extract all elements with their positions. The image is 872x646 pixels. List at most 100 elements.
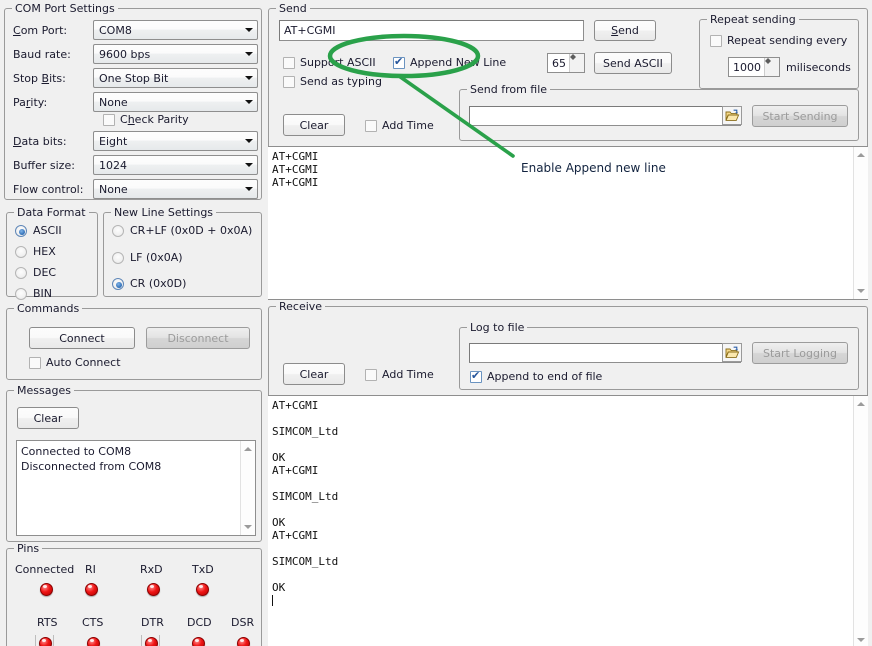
send-title: Send	[276, 2, 310, 15]
checkbox-check-parity-label: Check Parity	[120, 113, 189, 126]
led-txd	[196, 583, 209, 596]
checkbox-support-ascii[interactable]: Support ASCII	[283, 56, 376, 69]
spinner-down-icon[interactable]	[765, 61, 779, 64]
receive-log[interactable]: AT+CGMI SIMCOM_Ltd OK AT+CGMI SIMCOM_Ltd…	[268, 395, 868, 646]
messages-scrollbar[interactable]	[240, 441, 255, 535]
radio-format-hex[interactable]: HEX	[15, 245, 56, 258]
messages-clear-button[interactable]: Clear	[17, 407, 79, 429]
radio-format-hex-label: HEX	[33, 245, 56, 258]
radio-newline-lf-label: LF (0x0A)	[130, 251, 183, 264]
folder-open-icon[interactable]	[722, 343, 742, 362]
radio-format-bin[interactable]: BIN	[15, 287, 52, 300]
led-dtr	[145, 637, 158, 646]
spinner-down-icon[interactable]	[570, 57, 584, 60]
repeat-sending-title: Repeat sending	[707, 13, 799, 26]
chevron-down-icon	[240, 139, 257, 143]
radio-newline-crlf[interactable]: CR+LF (0x0D + 0x0A)	[112, 224, 252, 237]
radio-format-bin-dot	[15, 288, 27, 300]
radio-format-dec-label: DEC	[33, 266, 56, 279]
messages-log[interactable]: Connected to COM8 Disconnected from COM8	[16, 440, 256, 536]
radio-newline-lf[interactable]: LF (0x0A)	[112, 251, 183, 264]
send-button[interactable]: Send	[594, 20, 656, 41]
radio-newline-crlf-dot	[112, 225, 124, 237]
com-port-settings-group: COM Port Settings Com Port: COM8 Baud ra…	[4, 8, 262, 200]
send-ascii-button[interactable]: Send ASCII	[594, 52, 672, 74]
messages-clear-label: Clear	[34, 412, 63, 425]
combo-stop-bits-value: One Stop Bit	[94, 72, 240, 85]
pin-label-dsr: DSR	[231, 616, 254, 629]
receive-log-text: AT+CGMI SIMCOM_Ltd OK AT+CGMI SIMCOM_Ltd…	[268, 396, 853, 646]
pin-label-connected: Connected	[15, 563, 74, 576]
checkbox-check-parity[interactable]: Check Parity	[103, 113, 189, 126]
scroll-up-icon[interactable]	[855, 149, 868, 161]
repeat-interval-spinner-buttons[interactable]	[765, 58, 779, 76]
checkbox-repeat-sending-label: Repeat sending every	[727, 34, 847, 47]
start-sending-button[interactable]: Start Sending	[752, 105, 848, 127]
disconnect-button[interactable]: Disconnect	[146, 327, 250, 349]
connect-button[interactable]: Connect	[29, 327, 135, 349]
folder-open-glyph	[725, 346, 740, 359]
checkbox-append-new-line[interactable]: Append New Line	[393, 56, 506, 69]
scroll-down-icon[interactable]	[855, 634, 868, 646]
label-com-port: Com Port:	[13, 24, 67, 37]
combo-com-port[interactable]: COM8	[93, 20, 258, 40]
pin-label-ri: RI	[85, 563, 96, 576]
start-logging-label: Start Logging	[763, 347, 837, 360]
combo-buffer-size[interactable]: 1024	[93, 155, 258, 175]
ascii-code-spinner[interactable]: 65	[547, 53, 585, 73]
checkbox-send-add-time[interactable]: Add Time	[365, 119, 434, 132]
combo-data-bits[interactable]: Eight	[93, 131, 258, 151]
commands-title: Commands	[14, 302, 82, 315]
receive-clear-button[interactable]: Clear	[283, 363, 345, 385]
scroll-up-icon[interactable]	[855, 398, 868, 410]
send-file-path-input[interactable]	[469, 106, 741, 126]
ascii-code-spinner-buttons[interactable]	[570, 54, 584, 72]
checkbox-check-parity-box	[103, 114, 115, 126]
scroll-down-icon[interactable]	[242, 521, 255, 533]
data-format-title: Data Format	[14, 206, 89, 219]
combo-parity-value: None	[94, 96, 240, 109]
repeat-sending-group: Repeat sending Repeat sending every 1000…	[699, 19, 859, 89]
folder-open-glyph	[725, 109, 740, 122]
checkbox-repeat-sending[interactable]: Repeat sending every	[710, 34, 847, 47]
send-log-scrollbar[interactable]	[853, 147, 868, 299]
radio-format-ascii[interactable]: ASCII	[15, 224, 62, 237]
ascii-code-value: 65	[548, 54, 570, 72]
receive-log-lines: AT+CGMI SIMCOM_Ltd OK AT+CGMI SIMCOM_Ltd…	[272, 399, 338, 594]
checkbox-send-as-typing[interactable]: Send as typing	[283, 75, 382, 88]
receive-group: Receive Clear Add Time Log to file	[268, 306, 868, 646]
send-command-input[interactable]: AT+CGMI	[279, 20, 584, 41]
scroll-down-icon[interactable]	[855, 285, 868, 297]
combo-baud-rate[interactable]: 9600 bps	[93, 44, 258, 64]
chevron-down-icon	[240, 187, 257, 191]
checkbox-support-ascii-label: Support ASCII	[300, 56, 376, 69]
log-file-path-input[interactable]	[469, 343, 741, 363]
folder-open-icon[interactable]	[722, 106, 742, 125]
label-data-bits: Data bits:	[13, 135, 67, 148]
messages-log-text: Connected to COM8 Disconnected from COM8	[17, 441, 240, 535]
checkbox-receive-add-time[interactable]: Add Time	[365, 368, 434, 381]
scroll-up-icon[interactable]	[242, 443, 255, 455]
combo-flow-control[interactable]: None	[93, 179, 258, 199]
led-rxd	[147, 583, 160, 596]
radio-format-dec[interactable]: DEC	[15, 266, 56, 279]
connect-button-label: Connect	[59, 332, 104, 345]
radio-format-dec-dot	[15, 267, 27, 279]
repeat-interval-spinner[interactable]: 1000	[728, 57, 780, 77]
combo-parity[interactable]: None	[93, 92, 258, 112]
receive-log-scrollbar[interactable]	[853, 396, 868, 646]
checkbox-append-end-of-file[interactable]: Append to end of file	[470, 370, 602, 383]
combo-com-port-value: COM8	[94, 24, 240, 37]
send-clear-button[interactable]: Clear	[283, 114, 345, 136]
repeat-interval-unit: miliseconds	[786, 61, 851, 74]
start-logging-button[interactable]: Start Logging	[752, 342, 848, 364]
checkbox-auto-connect-box	[29, 357, 41, 369]
checkbox-append-new-line-box	[393, 57, 405, 69]
radio-newline-cr[interactable]: CR (0x0D)	[112, 277, 186, 290]
serial-terminal-window: COM Port Settings Com Port: COM8 Baud ra…	[0, 0, 872, 646]
led-dcd	[192, 637, 205, 646]
send-button-label: Send	[611, 24, 639, 37]
checkbox-auto-connect[interactable]: Auto Connect	[29, 356, 121, 369]
combo-stop-bits[interactable]: One Stop Bit	[93, 68, 258, 88]
led-connected	[40, 583, 53, 596]
